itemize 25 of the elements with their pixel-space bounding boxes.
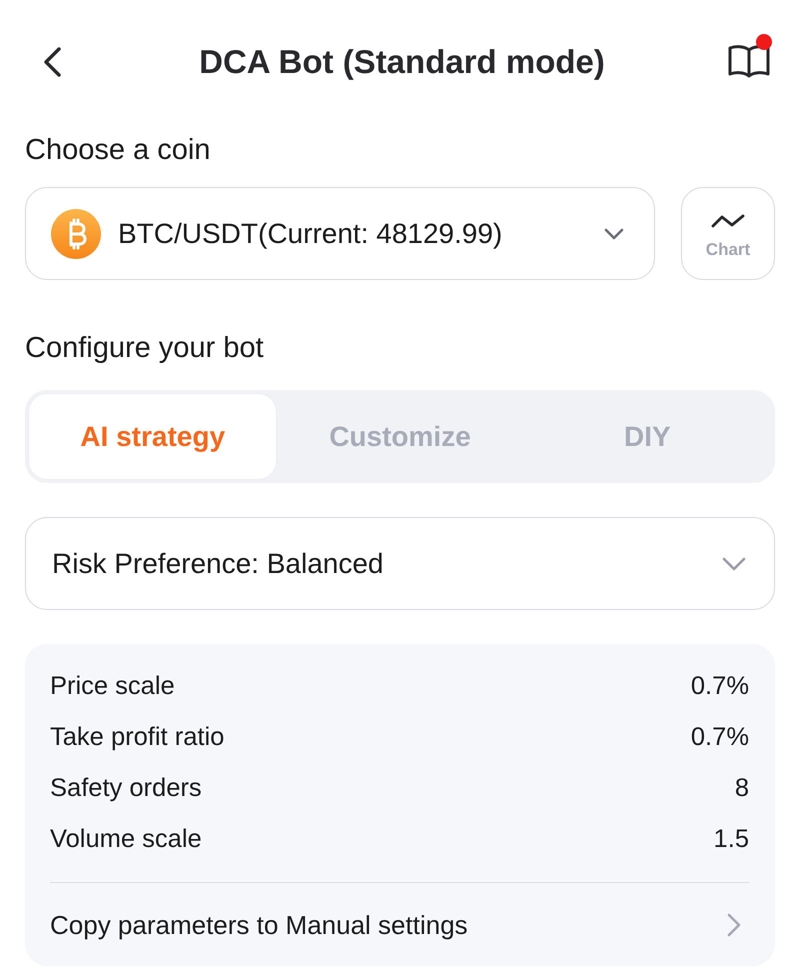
strategy-tab[interactable]: AI strategy bbox=[29, 394, 276, 479]
risk-preference-dropdown[interactable]: Risk Preference: Balanced bbox=[25, 517, 775, 610]
strategy-tab[interactable]: Customize bbox=[276, 394, 524, 479]
chevron-down-icon bbox=[722, 556, 746, 570]
strategy-tab[interactable]: DIY bbox=[524, 394, 771, 479]
book-icon bbox=[728, 42, 770, 80]
parameter-label: Volume scale bbox=[50, 825, 202, 854]
parameter-value: 8 bbox=[734, 774, 749, 803]
section-heading: Choose a coin bbox=[25, 133, 210, 167]
chevron-down-icon bbox=[604, 228, 624, 240]
coin-selector[interactable]: BTC/USDT(Current: 48129.99) bbox=[25, 187, 655, 280]
chevron-left-icon bbox=[42, 47, 62, 77]
page-title: DCA Bot (Standard mode) bbox=[199, 43, 605, 81]
section-heading: Configure your bot bbox=[25, 331, 264, 365]
parameter-value: 0.7% bbox=[690, 723, 749, 752]
parameter-label: Price scale bbox=[50, 672, 175, 701]
parameter-label: Safety orders bbox=[50, 774, 202, 803]
coin-icon bbox=[51, 208, 101, 258]
copy-parameters-link[interactable]: Copy parameters to Manual settings bbox=[50, 883, 749, 967]
parameter-label: Take profit ratio bbox=[50, 723, 224, 752]
line-chart-icon bbox=[711, 214, 745, 228]
parameter-value: 1.5 bbox=[714, 825, 749, 854]
chevron-right-icon bbox=[727, 913, 741, 937]
chart-button[interactable]: Chart bbox=[681, 187, 775, 280]
parameter-value: 0.7% bbox=[690, 672, 749, 701]
